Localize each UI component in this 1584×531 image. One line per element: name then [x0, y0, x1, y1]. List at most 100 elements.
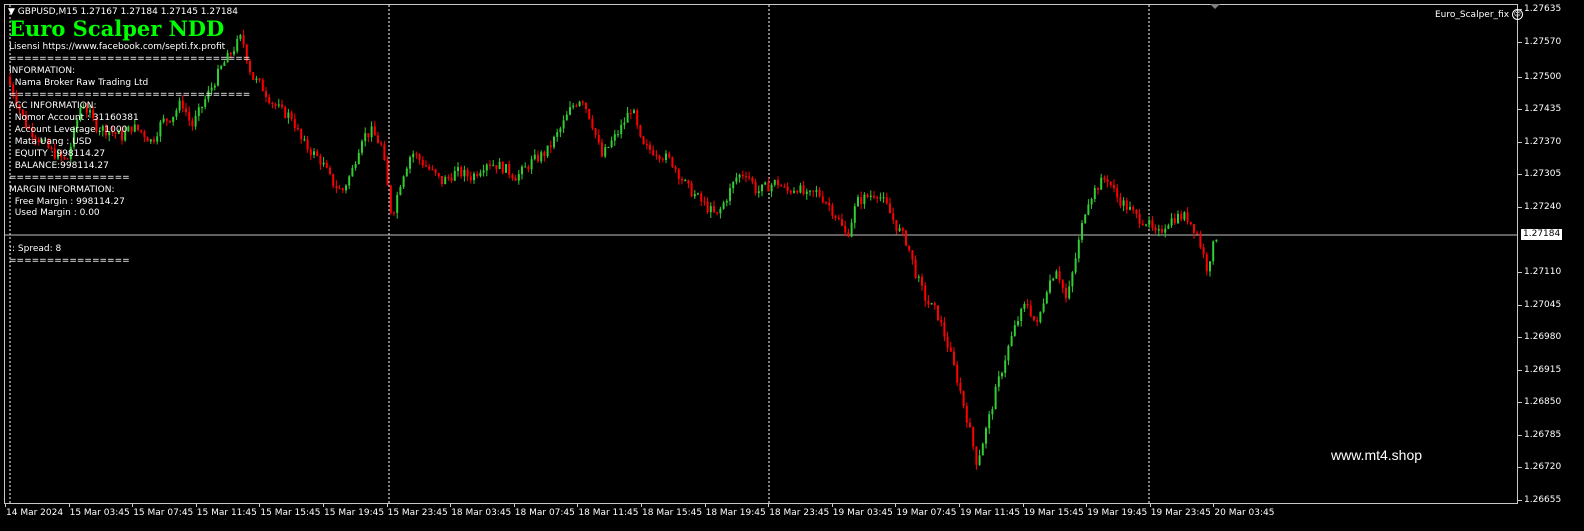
- candle-body: [639, 125, 642, 137]
- candle-body: [441, 176, 443, 185]
- candle-body: [540, 152, 543, 162]
- candle-body: [1026, 304, 1029, 306]
- candle-body: [508, 164, 511, 175]
- candle-body: [1058, 271, 1061, 281]
- candle-body: [965, 405, 968, 423]
- candle-body: [261, 80, 264, 92]
- smiley-icon: ☺: [1511, 9, 1523, 20]
- candle-body: [383, 144, 386, 161]
- time-label: 18 Mar 07:45: [514, 508, 575, 518]
- candle-body: [450, 177, 453, 181]
- candle-body: [1103, 177, 1106, 180]
- candle-body: [1052, 278, 1055, 281]
- candle-body: [620, 124, 623, 135]
- candle-body: [588, 108, 591, 119]
- candle-body: [1215, 239, 1218, 242]
- candle-body: [610, 140, 613, 148]
- candle-body: [885, 197, 888, 204]
- candle-body: [789, 190, 792, 193]
- candle-body: [1061, 280, 1064, 288]
- candle-body: [418, 154, 421, 160]
- candle-body: [1106, 179, 1109, 182]
- candle-body: [869, 195, 872, 197]
- ea-info-panel: Lisensi https://www.facebook.com/septi.f…: [9, 42, 250, 268]
- candle-body: [1042, 303, 1045, 312]
- candle-body: [601, 142, 603, 157]
- shift-marker-icon[interactable]: [1210, 4, 1220, 9]
- candle-body: [761, 184, 763, 192]
- panel-line: MARGIN INFORMATION:: [9, 184, 115, 195]
- candle-body: [882, 197, 885, 199]
- candle-body: [665, 153, 667, 160]
- panel-line: ================: [9, 172, 130, 183]
- candle-body: [1010, 335, 1013, 346]
- candle-body: [300, 129, 303, 140]
- candle-body: [1049, 280, 1051, 293]
- candle-body: [780, 185, 783, 187]
- candle-body: [623, 122, 626, 125]
- time-tick: [323, 503, 324, 507]
- panel-line: Mata Uang : USD: [9, 137, 92, 148]
- candle-body: [645, 144, 648, 146]
- candle-body: [437, 173, 440, 177]
- candle-body: [898, 228, 901, 231]
- candle-body: [921, 276, 923, 286]
- candle-body: [969, 422, 971, 428]
- candle-body: [498, 162, 501, 170]
- candle-body: [828, 202, 831, 206]
- candle-body: [741, 174, 744, 177]
- candle-body: [1097, 188, 1099, 190]
- candle-body: [732, 181, 735, 189]
- candle-body: [933, 303, 936, 306]
- candle-body: [1100, 177, 1103, 190]
- time-tick: [1022, 503, 1024, 507]
- candle-body: [444, 177, 447, 185]
- candle-body: [1205, 254, 1208, 272]
- candle-body: [591, 118, 594, 129]
- candle-body: [1167, 225, 1170, 229]
- panel-line: Account Leverage : 1000: [9, 125, 128, 136]
- time-tick: [577, 503, 579, 507]
- candle-body: [709, 206, 712, 213]
- price-tick: [1518, 337, 1522, 339]
- candle-body: [511, 174, 514, 179]
- candle-body: [975, 446, 978, 465]
- panel-line: ================================: [9, 53, 251, 64]
- candle-body: [316, 151, 319, 156]
- price-label: 1.26720: [1524, 462, 1562, 473]
- price-tick: [1518, 304, 1522, 306]
- candle-body: [569, 107, 571, 115]
- candle-body: [959, 382, 962, 392]
- candle-body: [981, 443, 984, 456]
- current-price-label: 1.27184: [1521, 228, 1563, 240]
- expert-advisor-label[interactable]: Euro_Scalper_fix ☺: [1435, 9, 1523, 20]
- candle-body: [850, 222, 853, 237]
- candle-body: [1065, 287, 1067, 299]
- candle-body: [949, 347, 952, 352]
- candle-body: [1157, 229, 1160, 231]
- candle-body: [524, 166, 527, 168]
- candle-body: [1164, 228, 1167, 233]
- time-label: 15 Mar 07:45: [133, 508, 194, 518]
- price-label: 1.27370: [1524, 136, 1562, 147]
- candle-body: [581, 101, 584, 103]
- time-label: 19 Mar 07:45: [896, 508, 957, 518]
- candle-body: [271, 102, 274, 104]
- candle-body: [361, 141, 363, 153]
- candle-body: [1186, 212, 1189, 222]
- candle-body: [1081, 223, 1083, 240]
- candle-body: [1138, 213, 1141, 224]
- candle-body: [946, 336, 949, 348]
- candle-body: [985, 428, 987, 444]
- candle-body: [777, 180, 779, 186]
- candle-body: [549, 145, 552, 148]
- candle-body: [796, 190, 799, 193]
- candle-body: [409, 157, 411, 169]
- candle-body: [460, 167, 463, 177]
- candle-body: [927, 300, 930, 305]
- time-label: 15 Mar 03:45: [69, 508, 130, 518]
- candle-body: [597, 134, 600, 143]
- candle-body: [364, 133, 367, 142]
- price-tick: [1518, 9, 1522, 10]
- candle-body: [530, 159, 533, 170]
